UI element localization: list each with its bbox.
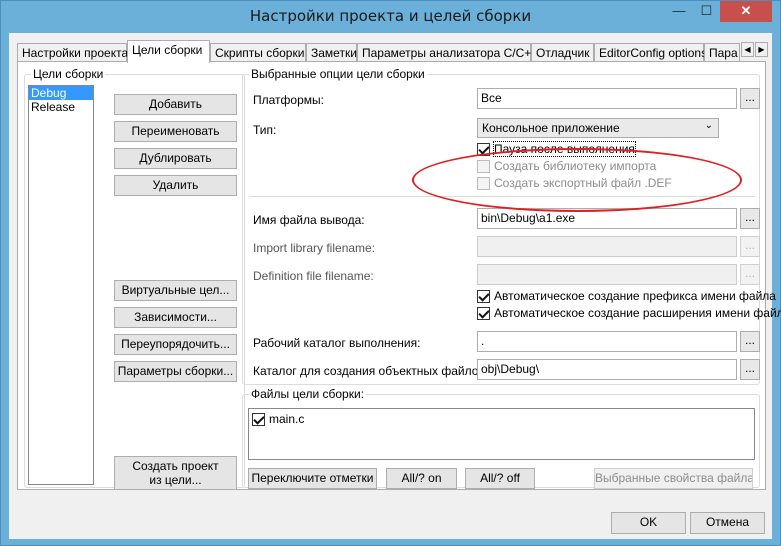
tab-editorconfig[interactable]: EditorConfig options [594,43,707,62]
type-select[interactable]: Консольное приложение ⌄ [477,118,719,138]
list-item[interactable]: Debug [29,86,93,100]
list-item[interactable]: main.c [252,412,304,426]
targets-list[interactable]: Debug Release [28,85,94,485]
targets-group: Цели сборки Debug Release Добавить Переи… [24,67,245,490]
target-files-group-title: Файлы цели сборки: [249,387,367,401]
target-options-group: Выбранные опции цели сборки Платформы: В… [242,67,781,385]
create-project-line1: Создать проект [132,459,219,473]
dependencies-button[interactable]: Зависимости... [114,307,237,328]
virtual-targets-button[interactable]: Виртуальные цел... [114,280,237,301]
title-bar[interactable]: Настройки проекта и целей сборки — ☐ ✕ [1,1,780,33]
definition-file-label: Definition file filename: [253,269,374,283]
minimize-icon[interactable]: — [665,1,693,22]
checkbox-box [477,142,490,156]
auto-extension-label: Автоматическое создание расширения имени… [494,306,781,320]
targets-group-title: Цели сборки [31,67,106,81]
create-project-from-target-button[interactable]: Создать проект из цели... [114,456,237,490]
tab-project-settings[interactable]: Настройки проекта [17,43,128,62]
dialog-window: Настройки проекта и целей сборки — ☐ ✕ Н… [0,0,781,546]
object-dir-browse-button[interactable]: ... [740,359,760,380]
checkbox-box [477,159,490,173]
checkbox-box [477,306,490,320]
tab-notes[interactable]: Заметки [306,43,357,62]
definition-file-browse-button[interactable]: ... [740,264,760,285]
create-export-def-checkbox[interactable]: Создать экспортный файл .DEF [477,176,672,190]
platforms-label: Платформы: [253,93,324,107]
tab-scroll-left-icon[interactable]: ◀ [741,42,754,57]
build-targets-page: Цели сборки Debug Release Добавить Переи… [17,61,781,490]
working-dir-field[interactable]: . [477,331,737,352]
auto-prefix-label: Автоматическое создание префикса имени ф… [494,289,776,303]
pause-after-exec-checkbox[interactable]: Пауза после выполнения [477,141,636,157]
target-files-list[interactable]: main.c [248,408,755,460]
platforms-field[interactable]: Все [477,88,737,109]
create-import-lib-checkbox[interactable]: Создать библиотеку импорта [477,159,656,173]
target-files-group: Файлы цели сборки: main.c Переключите от… [242,387,760,489]
checkbox-box [477,289,490,303]
import-library-browse-button[interactable]: ... [740,236,760,257]
dialog-client: Настройки проекта Цели сборки Скрипты сб… [9,33,781,539]
all-on-button[interactable]: All/? on [386,468,457,489]
tab-build-scripts[interactable]: Скрипты сборки [210,43,306,62]
object-dir-field[interactable]: obj\Debug\ [477,359,737,380]
chevron-down-icon: ⌄ [704,120,713,131]
add-target-button[interactable]: Добавить [114,94,237,115]
tab-c-analyzer[interactable]: Параметры анализатора C/C++ [357,43,538,62]
options-divider [249,196,755,197]
output-filename-field[interactable]: bin\Debug\a1.exe [477,208,737,229]
type-label: Тип: [253,123,277,137]
output-filename-label: Имя файла вывода: [253,213,365,227]
platforms-browse-button[interactable]: ... [740,88,760,109]
rename-target-button[interactable]: Переименовать [114,121,237,142]
reorder-button[interactable]: Переупорядочить... [114,334,237,355]
import-library-label: Import library filename: [253,241,376,255]
auto-prefix-checkbox[interactable]: Автоматическое создание префикса имени ф… [477,289,776,303]
window-title: Настройки проекта и целей сборки [249,7,532,25]
type-select-value: Консольное приложение [482,121,620,135]
definition-file-field[interactable] [477,264,737,285]
auto-extension-checkbox[interactable]: Автоматическое создание расширения имени… [477,306,781,320]
maximize-icon[interactable]: ☐ [693,1,720,22]
checkbox-box [252,412,265,426]
output-filename-browse-button[interactable]: ... [740,208,760,229]
cancel-button[interactable]: Отмена [690,512,765,534]
working-dir-browse-button[interactable]: ... [740,331,760,352]
tab-more[interactable]: Пара [704,43,740,62]
create-export-def-label: Создать экспортный файл .DEF [494,176,672,190]
pause-after-exec-label: Пауза после выполнения [493,141,636,157]
object-dir-label: Каталог для создания объектных файлов: [253,364,489,378]
build-options-button[interactable]: Параметры сборки... [114,361,237,382]
checkbox-box [477,176,490,190]
close-icon[interactable]: ✕ [720,1,772,22]
tab-scroll-right-icon[interactable]: ▶ [755,42,768,57]
file-name: main.c [269,412,305,426]
tab-build-targets[interactable]: Цели сборки [127,40,210,63]
tab-strip: Настройки проекта Цели сборки Скрипты сб… [17,40,772,63]
all-off-button[interactable]: All/? off [465,468,535,489]
list-item[interactable]: Release [29,100,93,114]
tab-debugger[interactable]: Отладчик [531,43,594,62]
working-dir-label: Рабочий каталог выполнения: [253,336,421,350]
delete-target-button[interactable]: Удалить [114,175,237,196]
target-options-group-title: Выбранные опции цели сборки [249,67,427,81]
import-library-field[interactable] [477,236,737,257]
selected-file-properties-button[interactable]: Выбранные свойства файла [594,468,753,489]
ok-button[interactable]: OK [611,512,686,534]
toggle-marks-button[interactable]: Переключите отметки [248,468,377,489]
duplicate-target-button[interactable]: Дублировать [114,148,237,169]
create-project-line2: из цели... [149,473,202,487]
create-import-lib-label: Создать библиотеку импорта [494,159,657,173]
